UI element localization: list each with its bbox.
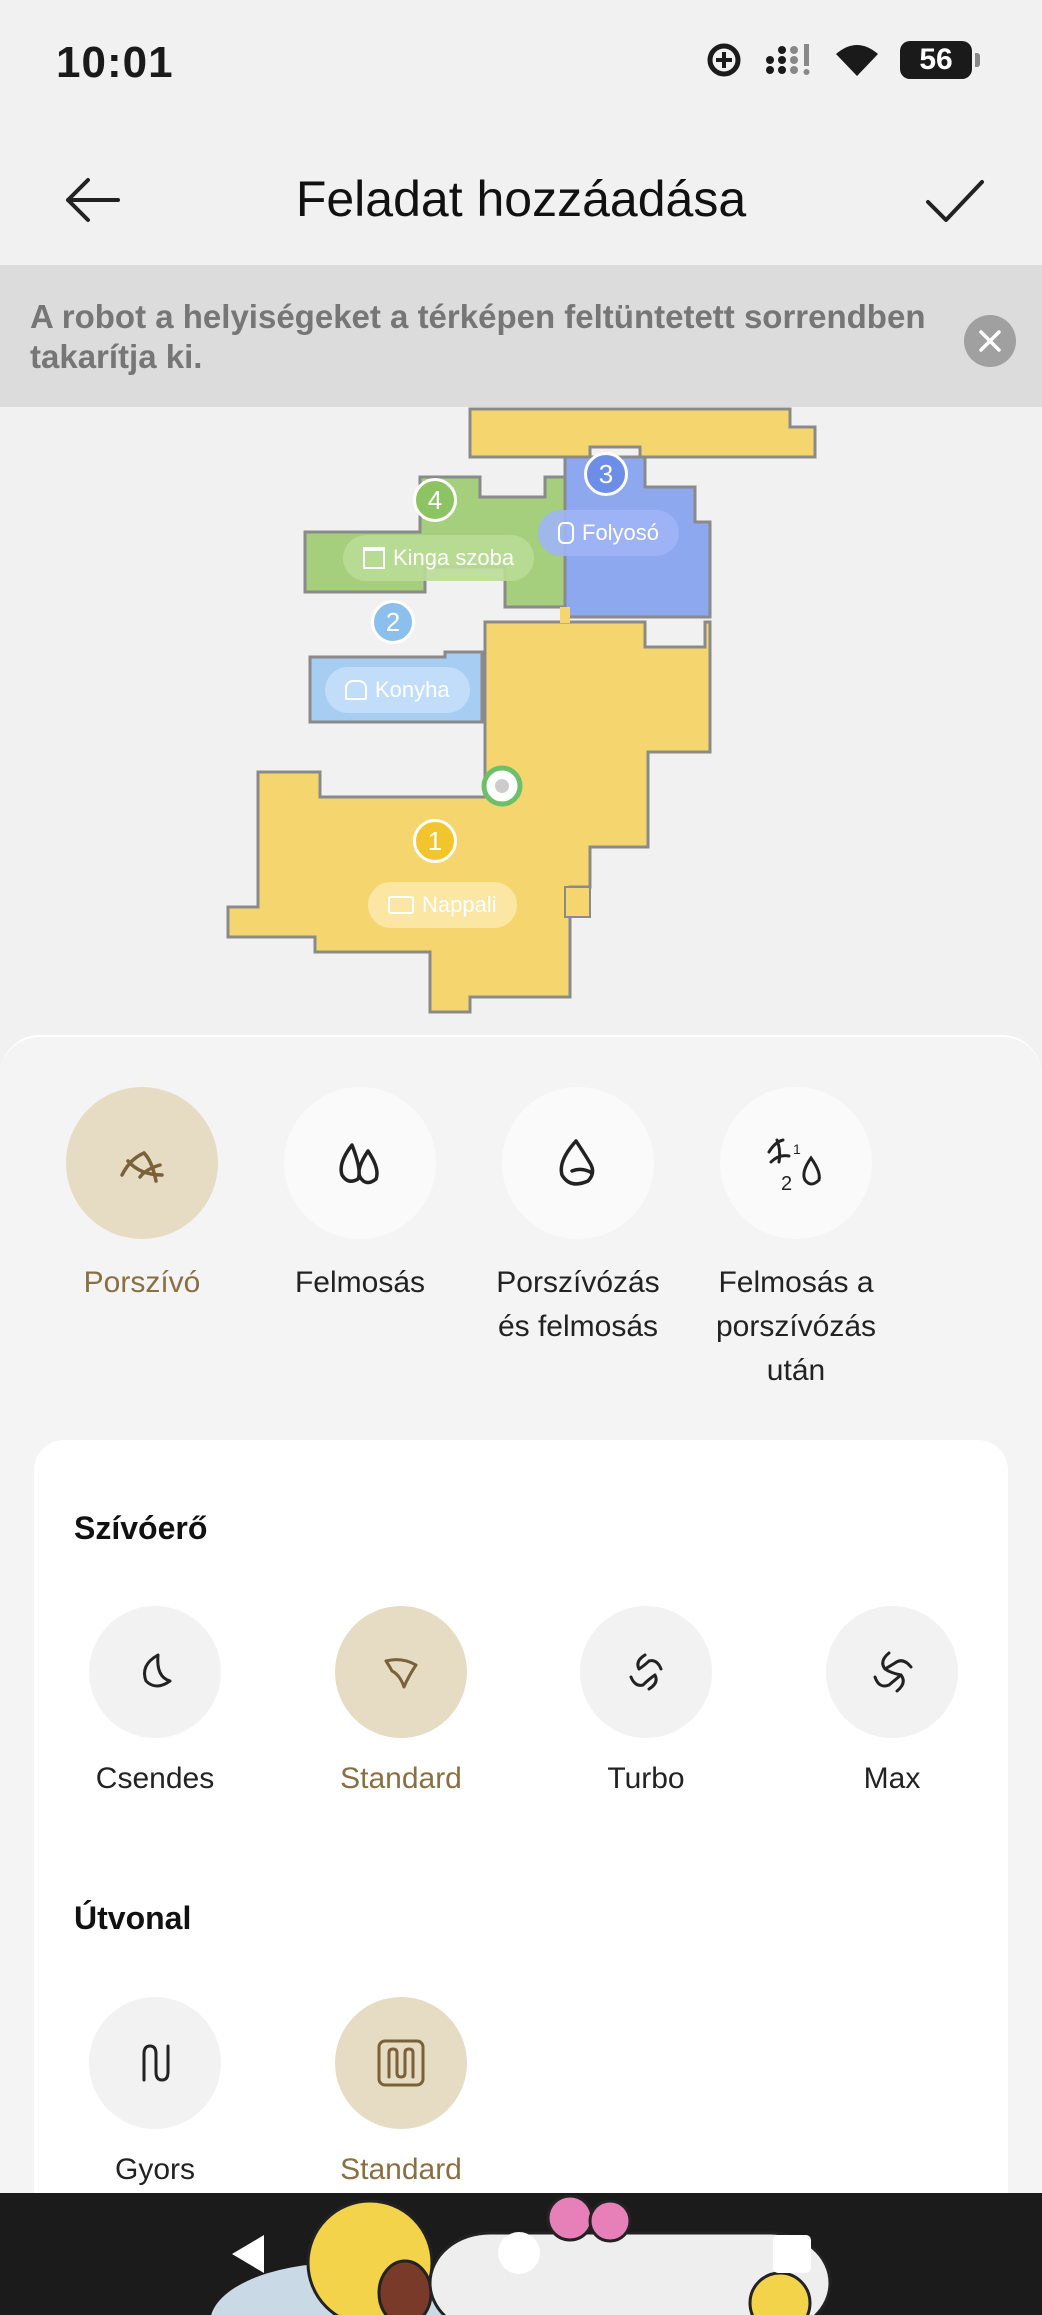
- nav-home-button[interactable]: [498, 2232, 540, 2274]
- app-bar: Feladat hozzáadása: [0, 130, 1042, 265]
- settings-card: Szívóerő Csendes Standard Turbo Max Útvo…: [34, 1440, 1008, 2195]
- floor-map-drawing: [226, 407, 817, 1014]
- wifi-icon: [836, 45, 878, 76]
- suction-label: Standard: [340, 1762, 462, 1795]
- room-order-marker[interactable]: 1: [413, 819, 457, 863]
- banner-close-button[interactable]: [964, 315, 1016, 367]
- status-bar: 10:01 56: [0, 0, 1042, 130]
- suction-label: Max: [863, 1762, 921, 1795]
- svg-text:1: 1: [793, 1141, 801, 1157]
- svg-text:2: 2: [781, 1173, 792, 1195]
- banner-text: A robot a helyiségeket a térképen feltün…: [30, 298, 926, 375]
- footprint-icon: [558, 522, 574, 544]
- route-standard-circle: [335, 1997, 467, 2129]
- mode-mop[interactable]: Felmosás: [260, 1087, 460, 1305]
- suction-label: Csendes: [95, 1762, 215, 1795]
- mode-vacuum-and-mop-circle: [502, 1087, 654, 1239]
- room-name: Folyosó: [582, 520, 660, 545]
- room-label-nappali[interactable]: Nappali: [368, 882, 517, 928]
- confirm-button[interactable]: [920, 170, 990, 230]
- triangle-back-icon: [232, 2235, 264, 2273]
- suction-section-title: Szívóerő: [74, 1510, 208, 1546]
- room-label-kinga[interactable]: Kinga szoba: [343, 535, 535, 581]
- suction-turbo-circle: [580, 1606, 712, 1738]
- suction-max-circle: [826, 1606, 958, 1738]
- suction-max[interactable]: Max: [792, 1606, 992, 1796]
- route-quick[interactable]: Gyors: [55, 1997, 255, 2187]
- system-nav-bar: [0, 2193, 1042, 2315]
- close-icon: [979, 330, 1001, 352]
- room-name: Nappali: [422, 892, 497, 917]
- mode-mop-circle: [284, 1087, 436, 1239]
- room-order-marker[interactable]: 3: [584, 452, 628, 496]
- route-label: Gyors: [114, 2153, 195, 2186]
- settings-sheet: Porszívó Felmosás Porszívózás és felmosá…: [0, 1035, 1042, 2195]
- suction-standard-circle: [335, 1606, 467, 1738]
- status-icons: 56: [704, 40, 980, 80]
- room-label-folyoso[interactable]: Folyosó: [538, 510, 680, 556]
- mode-label: Porszívózás és felmosás: [496, 1266, 660, 1343]
- nav-back-button[interactable]: [228, 2233, 268, 2275]
- nav-recents-button[interactable]: [773, 2235, 811, 2273]
- info-banner: A robot a helyiségeket a térképen feltün…: [0, 265, 1042, 407]
- mode-label: Felmosás a porszívózás után: [715, 1266, 877, 1387]
- map-area-top: [468, 407, 817, 459]
- battery-indicator: 56: [900, 41, 980, 79]
- data-saver-icon: [707, 43, 741, 77]
- standard-fan-icon: [384, 1658, 418, 1689]
- checkmark-icon: [926, 180, 984, 222]
- room-name: Kinga szoba: [393, 545, 515, 570]
- mode-vacuum-and-mop[interactable]: Porszívózás és felmosás: [478, 1087, 678, 1349]
- room-order-marker[interactable]: 2: [371, 600, 415, 644]
- cellular-signal-icon: [766, 44, 810, 75]
- room-label-konyha[interactable]: Konyha: [325, 667, 470, 713]
- sofa-icon: [388, 896, 414, 914]
- mode-vacuum[interactable]: Porszívó: [42, 1087, 242, 1305]
- mode-mop-after-vacuum[interactable]: 1 2 Felmosás a porszívózás után: [696, 1087, 896, 1393]
- suction-label: Turbo: [607, 1762, 685, 1795]
- suction-turbo[interactable]: Turbo: [546, 1606, 746, 1796]
- room-name: Konyha: [375, 677, 450, 702]
- mode-label: Felmosás: [294, 1266, 426, 1299]
- quiet-fan-icon: [143, 1653, 172, 1688]
- vacuum-and-mop-icon: [559, 1139, 595, 1186]
- room-order-marker[interactable]: 4: [413, 478, 457, 522]
- suction-quiet[interactable]: Csendes: [55, 1606, 255, 1796]
- home-icon: [363, 547, 385, 569]
- route-quick-circle: [89, 1997, 221, 2129]
- page-title: Feladat hozzáadása: [295, 171, 747, 227]
- mode-label: Porszívó: [83, 1266, 201, 1299]
- mode-mop-after-vacuum-circle: 1 2: [720, 1087, 872, 1239]
- max-fan-icon: [873, 1651, 913, 1693]
- standard-route-icon: [377, 2039, 425, 2087]
- suction-quiet-circle: [89, 1606, 221, 1738]
- mop-drop-icon: [339, 1143, 379, 1185]
- quick-route-icon: [142, 2044, 170, 2082]
- route-label: Standard: [340, 2153, 462, 2186]
- route-standard[interactable]: Standard: [301, 1997, 501, 2187]
- chef-hat-icon: [345, 680, 367, 700]
- vacuum-icon: [120, 1151, 164, 1183]
- floor-map[interactable]: 1 2 3 4 Nappali Konyha Folyosó Kinga szo…: [0, 407, 1042, 1027]
- mop-after-vacuum-icon: 1 2: [767, 1138, 821, 1195]
- turbo-fan-icon: [629, 1653, 663, 1691]
- suction-standard[interactable]: Standard: [301, 1606, 501, 1796]
- clock: 10:01: [56, 38, 174, 87]
- battery-level: 56: [919, 43, 953, 76]
- mode-vacuum-circle: [66, 1087, 218, 1239]
- route-section-title: Útvonal: [74, 1900, 192, 1936]
